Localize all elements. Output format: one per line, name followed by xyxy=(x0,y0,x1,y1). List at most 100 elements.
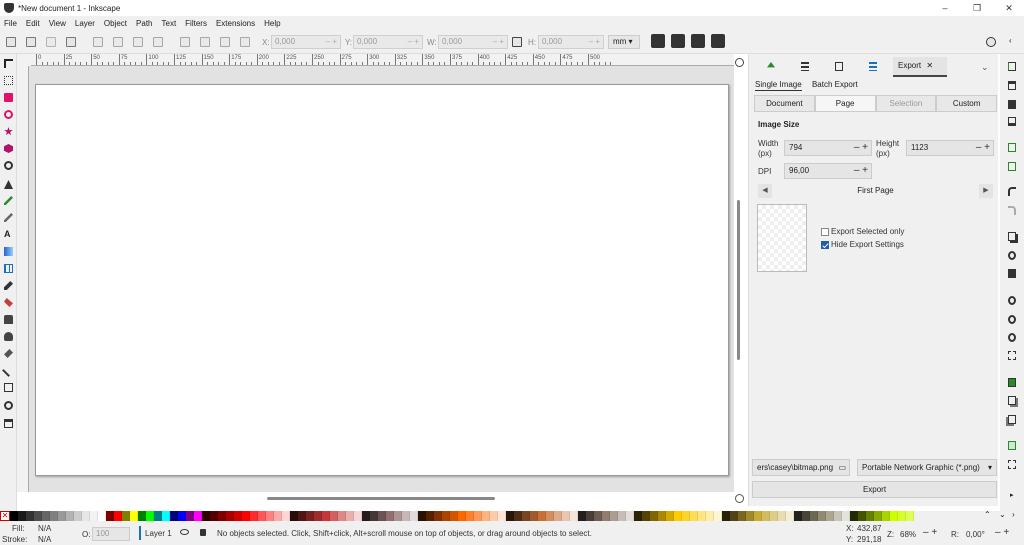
color-swatch[interactable] xyxy=(706,511,714,521)
color-swatch[interactable] xyxy=(274,511,282,521)
color-swatch[interactable] xyxy=(330,511,338,521)
redo-icon[interactable] xyxy=(1008,206,1016,215)
color-swatch[interactable] xyxy=(50,511,58,521)
node-tool-icon[interactable] xyxy=(4,76,13,85)
clone-icon[interactable] xyxy=(1008,396,1016,405)
color-swatch[interactable] xyxy=(162,511,170,521)
color-swatch[interactable] xyxy=(354,511,362,521)
align-tab-icon[interactable] xyxy=(801,62,809,71)
color-swatch[interactable] xyxy=(130,511,138,521)
select-all-icon[interactable] xyxy=(6,37,16,47)
transform-gradients-icon[interactable] xyxy=(691,34,705,48)
color-swatch[interactable] xyxy=(146,511,154,521)
group-icon[interactable] xyxy=(1008,441,1016,450)
color-swatch[interactable] xyxy=(794,511,802,521)
menu-help[interactable]: Help xyxy=(264,19,280,28)
color-swatch[interactable] xyxy=(538,511,546,521)
color-swatch[interactable] xyxy=(642,511,650,521)
color-swatch[interactable] xyxy=(858,511,866,521)
export-icon[interactable] xyxy=(1008,162,1016,171)
color-swatch[interactable] xyxy=(210,511,218,521)
color-swatch[interactable] xyxy=(842,511,850,521)
color-swatch[interactable] xyxy=(466,511,474,521)
zoom-value[interactable]: 68% xyxy=(900,530,916,540)
tab-single-image[interactable]: Single Image xyxy=(755,80,802,91)
dock-menu-chevron-icon[interactable]: ⌄ xyxy=(981,62,989,73)
no-paint-swatch[interactable]: ✕ xyxy=(0,511,10,521)
color-swatch[interactable] xyxy=(498,511,506,521)
color-swatch[interactable] xyxy=(570,511,578,521)
color-swatch[interactable] xyxy=(754,511,762,521)
menu-path[interactable]: Path xyxy=(136,19,152,28)
color-swatch[interactable] xyxy=(402,511,410,521)
y-stepper[interactable]: – + xyxy=(408,36,419,48)
hide-export-settings-checkbox[interactable] xyxy=(821,241,829,249)
color-swatch[interactable] xyxy=(410,511,418,521)
color-swatch[interactable] xyxy=(554,511,562,521)
connector-tool-icon[interactable] xyxy=(2,364,15,377)
transform-patterns-icon[interactable] xyxy=(711,34,725,48)
vertical-scrollbar[interactable] xyxy=(737,200,740,360)
color-swatch[interactable] xyxy=(314,511,322,521)
layer-lock-icon[interactable] xyxy=(200,529,206,536)
color-swatch[interactable] xyxy=(266,511,274,521)
tab-batch-export[interactable]: Batch Export xyxy=(812,80,858,89)
open-file-icon[interactable] xyxy=(1008,81,1016,90)
zoom-tool-icon[interactable] xyxy=(4,401,13,410)
dpi-field[interactable]: 96,00 – + xyxy=(784,163,872,179)
color-swatch[interactable] xyxy=(514,511,522,521)
menu-filters[interactable]: Filters xyxy=(185,19,207,28)
opacity-field[interactable]: 100 xyxy=(92,527,130,541)
eraser-tool-icon[interactable] xyxy=(4,349,13,358)
color-swatch[interactable] xyxy=(746,511,754,521)
horizontal-scrollbar[interactable] xyxy=(267,497,495,500)
pen-tool-icon[interactable] xyxy=(4,180,13,189)
selector-tool-icon[interactable] xyxy=(4,59,13,68)
spray-tool-icon[interactable] xyxy=(4,332,13,341)
color-swatch[interactable] xyxy=(18,511,26,521)
filename-field[interactable]: ers\casey\bitmap.png ▭ xyxy=(752,459,850,476)
duplicate-icon[interactable] xyxy=(1008,378,1016,387)
menu-file[interactable]: File xyxy=(4,19,17,28)
palette-menu-chevron-icon[interactable]: ⌄ xyxy=(999,510,1006,519)
folder-icon[interactable]: ▭ xyxy=(838,460,846,475)
color-swatch[interactable] xyxy=(818,511,826,521)
color-swatch[interactable] xyxy=(418,511,426,521)
menu-edit[interactable]: Edit xyxy=(26,19,40,28)
color-swatch[interactable] xyxy=(634,511,642,521)
color-swatch[interactable] xyxy=(138,511,146,521)
y-field[interactable]: 0,000 – + xyxy=(353,35,423,49)
color-swatch[interactable] xyxy=(170,511,178,521)
color-swatch[interactable] xyxy=(442,511,450,521)
color-swatch[interactable] xyxy=(226,511,234,521)
color-swatch[interactable] xyxy=(322,511,330,521)
palette-options-icon[interactable]: › xyxy=(1012,510,1015,519)
layer-visibility-icon[interactable] xyxy=(180,529,189,535)
rotate-ccw-icon[interactable] xyxy=(93,37,103,47)
cut-icon[interactable] xyxy=(1008,251,1016,260)
color-swatch[interactable] xyxy=(474,511,482,521)
color-swatch[interactable] xyxy=(666,511,674,521)
scale-stroke-icon[interactable] xyxy=(651,34,665,48)
color-swatch[interactable] xyxy=(586,511,594,521)
undo-icon[interactable] xyxy=(1008,187,1016,196)
color-swatch[interactable] xyxy=(866,511,874,521)
document-page[interactable] xyxy=(35,84,729,476)
color-swatch[interactable] xyxy=(106,511,114,521)
measure-tool-icon[interactable] xyxy=(4,419,13,428)
zoom-drawing-icon[interactable] xyxy=(1008,315,1016,324)
color-swatch[interactable] xyxy=(290,511,298,521)
color-swatch[interactable] xyxy=(250,511,258,521)
width-stepper[interactable]: – + xyxy=(854,141,868,155)
color-swatch[interactable] xyxy=(114,511,122,521)
snap-popover-chevron-icon[interactable]: ‹ xyxy=(1009,36,1012,45)
snap-toggle-icon[interactable] xyxy=(986,37,996,47)
color-swatch[interactable] xyxy=(386,511,394,521)
select-same-icon[interactable] xyxy=(66,37,76,47)
color-swatch[interactable] xyxy=(682,511,690,521)
color-swatch[interactable] xyxy=(370,511,378,521)
color-swatch[interactable] xyxy=(738,511,746,521)
height-stepper[interactable]: – + xyxy=(976,141,990,155)
color-swatch[interactable] xyxy=(578,511,586,521)
menu-extensions[interactable]: Extensions xyxy=(216,19,255,28)
